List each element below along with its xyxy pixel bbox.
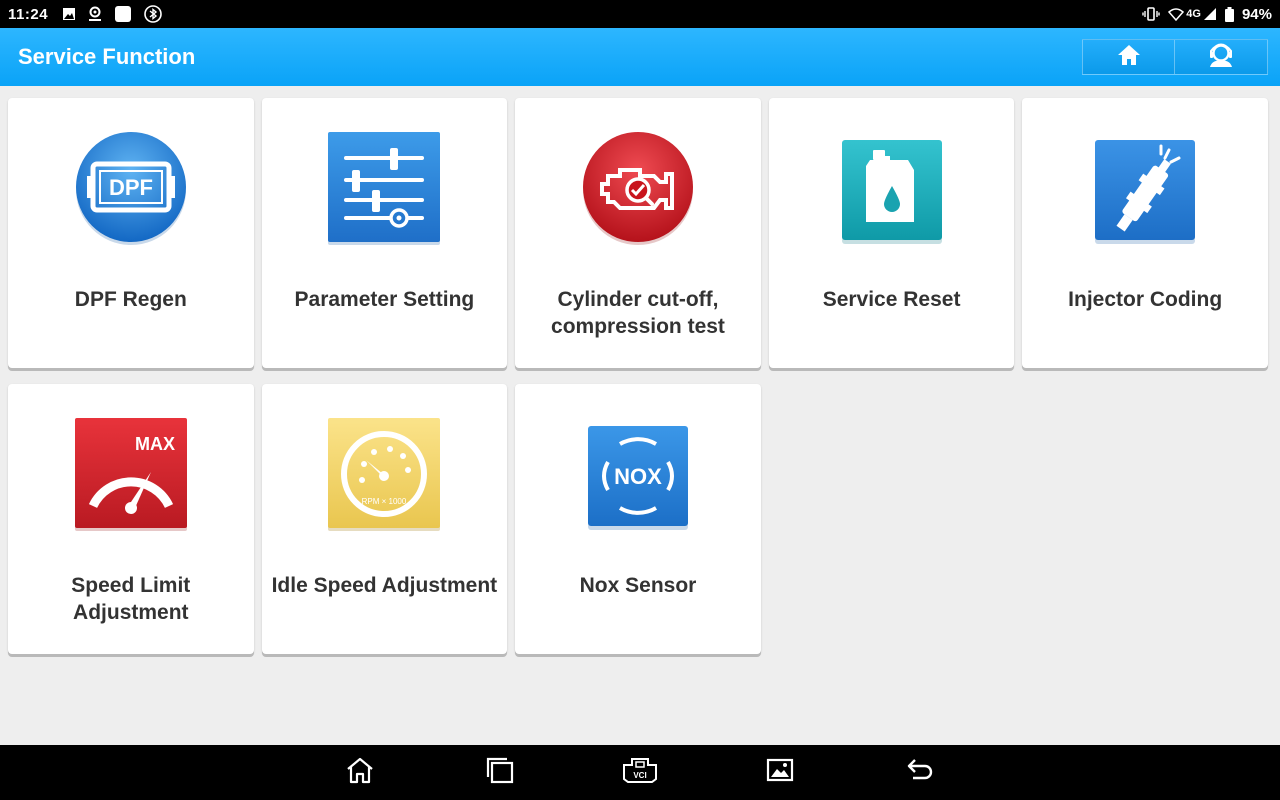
recent-apps-icon (485, 756, 515, 789)
function-tile-speed-limit[interactable]: MAX Speed Limit Adjustment (8, 384, 254, 654)
svg-text:VCI: VCI (633, 771, 646, 780)
home-nav-icon (345, 756, 375, 789)
dpf-icon: DPF (71, 128, 191, 248)
cell-signal-icon (1203, 7, 1217, 21)
max-icon-text: MAX (135, 434, 175, 454)
function-label: DPF Regen (74, 288, 187, 311)
injector-icon (1085, 128, 1205, 248)
function-label: Parameter Setting (294, 288, 475, 311)
nav-back-button[interactable] (850, 745, 990, 800)
engine-check-icon (578, 128, 698, 248)
function-tile-service-reset[interactable]: Service Reset (768, 98, 1015, 368)
network-type: 4G (1186, 8, 1201, 20)
bluetooth-icon (144, 5, 162, 23)
nox-sensor-icon: NOX (578, 414, 698, 534)
dpf-icon-text: DPF (109, 175, 153, 200)
image-notification-icon (62, 7, 76, 21)
back-icon (905, 756, 935, 789)
speed-limit-gauge-icon: MAX (71, 414, 191, 534)
home-button[interactable] (1082, 39, 1175, 75)
support-button[interactable] (1175, 39, 1268, 75)
vibrate-icon (1142, 7, 1160, 21)
vci-icon: VCI (620, 756, 660, 789)
support-agent-icon (1207, 42, 1235, 73)
rpm-icon-text: RPM × 1000 (362, 497, 407, 506)
function-tile-nox-sensor[interactable]: NOX Nox Sensor (515, 384, 761, 654)
nav-home-button[interactable] (290, 745, 430, 800)
function-label: Nox Sensor (579, 574, 697, 597)
nox-icon-text: NOX (614, 464, 662, 489)
battery-percent: 94% (1241, 5, 1272, 23)
function-tile-injector-coding[interactable]: Injector Coding (1022, 98, 1268, 368)
page-title: Service Function (18, 44, 196, 69)
function-tile-idle-speed[interactable]: RPM × 1000 Idle Speed Adjustment (261, 384, 508, 654)
function-tile-dpf-regen[interactable]: DPF DPF Regen (8, 98, 254, 368)
function-label: Injector Coding (1068, 288, 1223, 311)
app-bar: Service Function (0, 28, 1280, 86)
oil-can-icon (832, 128, 952, 248)
function-label: Speed Limit Adjustment (71, 574, 191, 624)
location-notification-icon (88, 6, 102, 22)
function-grid: DPF DPF Regen Parameter Setting Cylinder… (8, 98, 1268, 654)
nav-screenshot-button[interactable] (710, 745, 850, 800)
function-tile-cylinder-cutoff[interactable]: Cylinder cut-off, compression test (515, 98, 761, 368)
function-label: Service Reset (822, 288, 961, 311)
navigation-bar: VCI (0, 745, 1280, 800)
function-label: Idle Speed Adjustment (271, 574, 498, 597)
battery-icon (1224, 6, 1234, 22)
status-bar: 11:24 4G 94% (0, 0, 1280, 28)
function-label: Cylinder cut-off, compression test (551, 288, 725, 338)
home-icon (1117, 44, 1141, 71)
status-time: 11:24 (8, 5, 49, 23)
parameter-sliders-icon (324, 128, 444, 248)
function-tile-parameter-setting[interactable]: Parameter Setting (261, 98, 508, 368)
app-notification-icon (114, 5, 132, 23)
screenshot-icon (765, 756, 795, 789)
rpm-gauge-icon: RPM × 1000 (324, 414, 444, 534)
nav-vci-button[interactable]: VCI (570, 745, 710, 800)
nav-recent-apps-button[interactable] (430, 745, 570, 800)
wifi-icon (1168, 7, 1185, 21)
